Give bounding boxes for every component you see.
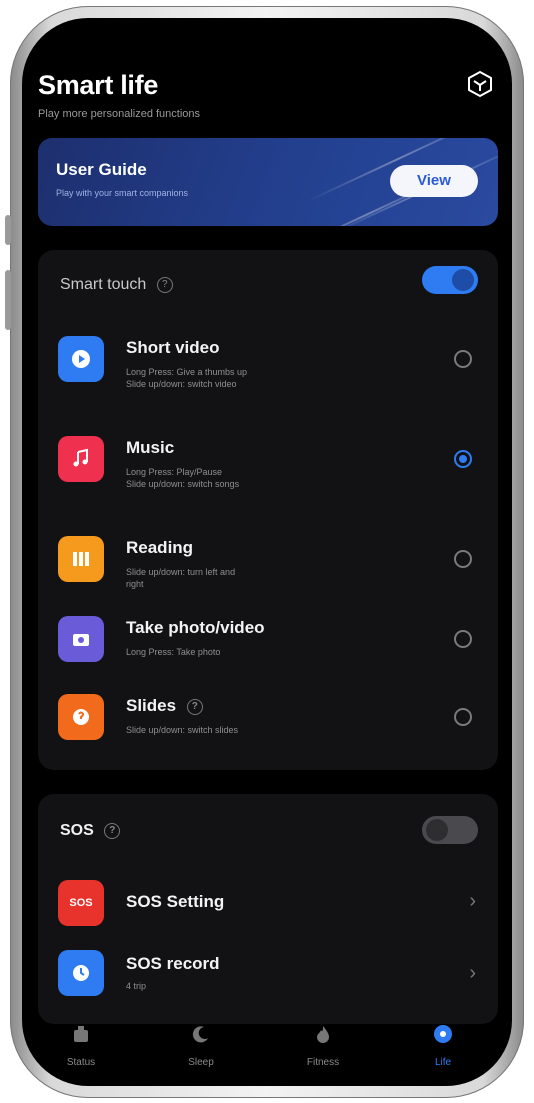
radio-short-video[interactable] xyxy=(454,350,472,368)
flame-icon xyxy=(317,1026,329,1043)
play-icon xyxy=(58,336,104,382)
life-icon xyxy=(434,1025,452,1043)
list-item-take-photo[interactable]: Take photo/video Long Press: Take photo xyxy=(38,608,498,678)
radio-take-photo[interactable] xyxy=(454,630,472,648)
radio-slides[interactable] xyxy=(454,708,472,726)
sos-record-row[interactable]: SOS record 4 trip › xyxy=(38,944,498,1008)
item-subtitle: Slide up/down: switch slides xyxy=(126,725,239,735)
music-note-icon xyxy=(58,436,104,482)
status-icon xyxy=(74,1026,88,1042)
clock-icon xyxy=(58,950,104,996)
help-icon[interactable]: ? xyxy=(186,698,203,715)
list-item-slides[interactable]: Slides ? Slide up/down: switch slides xyxy=(38,686,498,756)
list-item-short-video[interactable]: Short video Long Press: Give a thumbs up… xyxy=(38,328,498,408)
tab-life[interactable]: Life xyxy=(398,1024,488,1068)
tab-sleep[interactable]: Sleep xyxy=(156,1024,246,1068)
smart-touch-toggle[interactable] xyxy=(422,266,478,294)
radio-reading[interactable] xyxy=(454,550,472,568)
tab-status[interactable]: Status xyxy=(36,1024,126,1068)
tab-label: Status xyxy=(66,1057,96,1068)
item-title: Slides xyxy=(126,696,177,715)
page-title: Smart life xyxy=(38,70,159,100)
list-item-reading[interactable]: Reading Slide up/down: turn left and rig… xyxy=(38,528,498,598)
chevron-right-icon: › xyxy=(469,962,476,984)
tab-label: Sleep xyxy=(188,1057,214,1068)
moon-icon xyxy=(192,1026,208,1043)
chevron-right-icon: › xyxy=(469,890,476,912)
sos-setting-row[interactable]: SOS SOS Setting › xyxy=(38,874,498,938)
smart-touch-header: Smart touch ? xyxy=(60,276,173,294)
sos-label: SOS xyxy=(60,822,94,839)
phone-screen: Smart life Play more personalized functi… xyxy=(22,18,512,1086)
tab-label: Life xyxy=(434,1057,452,1068)
sos-header: SOS ? xyxy=(60,822,121,840)
sos-setting-label: SOS Setting xyxy=(126,892,225,911)
view-button[interactable]: View xyxy=(390,165,478,197)
item-subtitle: Long Press: Give a thumbs up Slide up/do… xyxy=(126,367,248,389)
bottom-tab-bar: Status Sleep Fitness Life xyxy=(22,1018,512,1086)
item-title-row: Slides ? xyxy=(126,696,203,716)
help-icon[interactable]: ? xyxy=(104,822,121,839)
side-button xyxy=(5,215,11,245)
tab-label: Fitness xyxy=(306,1057,340,1068)
item-title: Reading xyxy=(126,538,194,557)
smart-touch-card: Smart touch ? Short video Long Press: Gi… xyxy=(38,250,498,770)
help-icon[interactable]: ? xyxy=(156,276,173,293)
cube-icon[interactable] xyxy=(466,70,494,98)
item-title: Short video xyxy=(126,338,220,357)
user-guide-banner[interactable]: User Guide Play with your smart companio… xyxy=(38,138,498,226)
radio-music[interactable] xyxy=(454,450,472,468)
toggle-knob xyxy=(426,819,448,841)
sos-record-subtitle: 4 trip xyxy=(126,981,147,991)
camera-icon xyxy=(58,616,104,662)
side-button xyxy=(5,270,11,330)
item-title: Take photo/video xyxy=(126,618,265,637)
sos-card: SOS ? SOS SOS Setting › SOS record 4 tri… xyxy=(38,794,498,1024)
user-guide-subtitle: Play with your smart companions xyxy=(56,188,189,198)
book-icon xyxy=(58,536,104,582)
toggle-knob xyxy=(452,269,474,291)
smart-touch-label: Smart touch xyxy=(60,276,147,293)
tab-fitness[interactable]: Fitness xyxy=(278,1024,368,1068)
list-item-music[interactable]: Music Long Press: Play/Pause Slide up/do… xyxy=(38,428,498,508)
page-subtitle: Play more personalized functions xyxy=(38,108,201,120)
sos-record-label: SOS record xyxy=(126,954,220,973)
item-subtitle: Long Press: Take photo xyxy=(126,647,221,657)
slides-icon xyxy=(58,694,104,740)
sos-setting-icon: SOS xyxy=(58,880,104,926)
sos-toggle[interactable] xyxy=(422,816,478,844)
item-subtitle: Long Press: Play/Pause Slide up/down: sw… xyxy=(126,467,240,489)
user-guide-title: User Guide xyxy=(56,160,147,179)
item-subtitle: Slide up/down: turn left and right xyxy=(126,567,236,589)
item-title: Music xyxy=(126,438,175,457)
